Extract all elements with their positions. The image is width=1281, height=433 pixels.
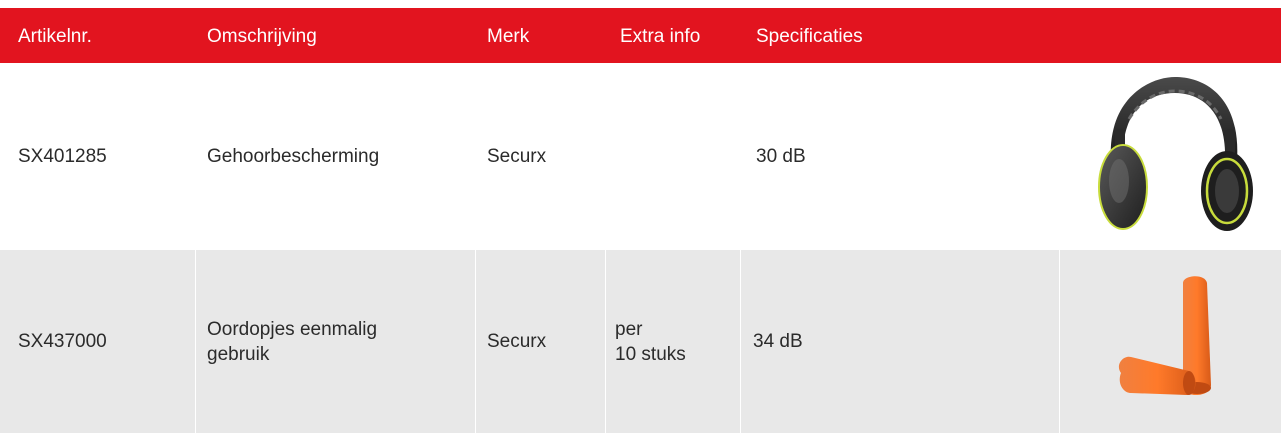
table-row: SX401285 Gehoorbescherming Securx 30 dB: [0, 63, 1281, 250]
earplugs-image: [1060, 250, 1281, 433]
header-merk: Merk: [487, 26, 530, 47]
header-specificaties: Specificaties: [756, 26, 863, 47]
product-table: Artikelnr. Omschrijving Merk Extra info …: [0, 0, 1281, 433]
cell-omschrijving: Gehoorbescherming: [207, 146, 380, 167]
cell-merk: Securx: [487, 331, 547, 352]
earplugs-icon: [1118, 275, 1211, 395]
header-omschrijving: Omschrijving: [207, 26, 317, 47]
cell-specificaties: 34 dB: [753, 331, 803, 352]
cell-merk: Securx: [487, 146, 547, 167]
earmuffs-image: [1088, 63, 1260, 250]
cell-artikelnr: SX437000: [18, 331, 107, 352]
cell-artikelnr: SX401285: [18, 146, 107, 167]
column-divider: [195, 250, 196, 433]
column-divider: [740, 250, 741, 433]
table-header: Artikelnr. Omschrijving Merk Extra info …: [0, 8, 1281, 63]
column-divider: [475, 250, 476, 433]
table-row: SX437000 Oordopjes eenmalig gebruik Secu…: [0, 250, 1281, 433]
column-divider: [605, 250, 606, 433]
cell-specificaties: 30 dB: [756, 146, 806, 167]
earmuffs-icon: [1098, 77, 1253, 231]
cell-extra-info: per 10 stuks: [615, 318, 686, 365]
cell-omschrijving: Oordopjes eenmalig gebruik: [207, 318, 378, 365]
header-extra-info: Extra info: [620, 26, 701, 47]
header-artikelnr: Artikelnr.: [18, 26, 92, 47]
